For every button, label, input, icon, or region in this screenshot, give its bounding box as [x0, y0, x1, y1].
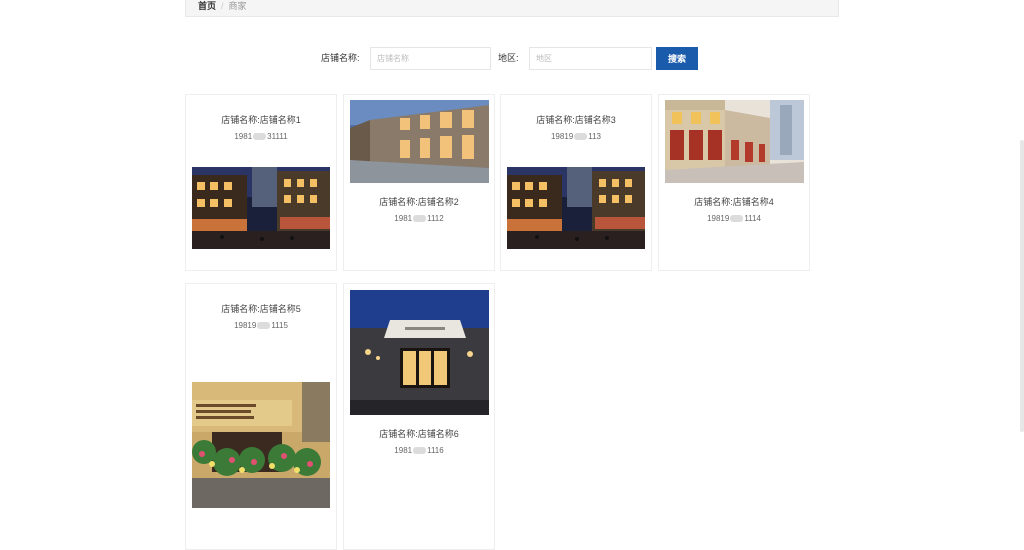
- shop-phone: 19819 113: [550, 132, 601, 141]
- flower-shop-photo: [192, 382, 330, 508]
- region-label: 地区:: [498, 53, 519, 63]
- search-bar: 店铺名称: 地区: 搜索: [0, 47, 1024, 70]
- shop-name: 店铺名称:店铺名称5: [221, 304, 301, 314]
- breadcrumb-home-link[interactable]: 首页: [198, 1, 216, 11]
- shop-name: 店铺名称:店铺名称4: [694, 197, 774, 207]
- breadcrumb-separator: /: [221, 1, 224, 11]
- shop-card[interactable]: 店铺名称:店铺名称2 1981 1112: [343, 94, 495, 271]
- region-input[interactable]: [529, 47, 652, 70]
- shop-phone: 19819 1114: [707, 214, 761, 223]
- phone-blur: [253, 133, 267, 141]
- breadcrumb: 首页 / 商家: [185, 0, 839, 17]
- boutique-night-photo: [349, 290, 489, 415]
- shopping-street-photo: [664, 100, 804, 183]
- shop-phone: 1981 1112: [394, 214, 444, 223]
- storefront-dusk-photo: [349, 100, 489, 183]
- phone-blur: [730, 215, 744, 223]
- page-scrollbar[interactable]: [1020, 140, 1024, 432]
- shop-card[interactable]: 店铺名称:店铺名称6 1981 1116: [343, 283, 495, 550]
- shop-name: 店铺名称:店铺名称3: [536, 115, 616, 125]
- search-button[interactable]: 搜索: [656, 47, 698, 70]
- shop-phone: 1981 31111: [234, 132, 288, 141]
- shop-name-label: 店铺名称:: [321, 53, 360, 63]
- shop-name-input[interactable]: [370, 47, 491, 70]
- phone-blur: [413, 447, 427, 455]
- phone-blur: [413, 215, 427, 223]
- shop-card[interactable]: 店铺名称:店铺名称1 1981 31111: [185, 94, 337, 271]
- shop-name: 店铺名称:店铺名称1: [221, 115, 301, 125]
- shop-card[interactable]: 店铺名称:店铺名称5 19819 1115: [185, 283, 337, 550]
- breadcrumb-current: 商家: [228, 1, 247, 11]
- shop-card[interactable]: 店铺名称:店铺名称4 19819 1114: [658, 94, 810, 271]
- phone-blur: [257, 322, 271, 330]
- night-street-photo: [507, 167, 645, 249]
- night-street-photo: [192, 167, 330, 249]
- shop-phone: 1981 1116: [394, 446, 444, 455]
- shop-name: 店铺名称:店铺名称6: [379, 429, 459, 439]
- shop-name: 店铺名称:店铺名称2: [379, 197, 459, 207]
- shop-card[interactable]: 店铺名称:店铺名称3 19819 113: [500, 94, 652, 271]
- phone-blur: [574, 133, 588, 141]
- shop-phone: 19819 1115: [234, 321, 288, 330]
